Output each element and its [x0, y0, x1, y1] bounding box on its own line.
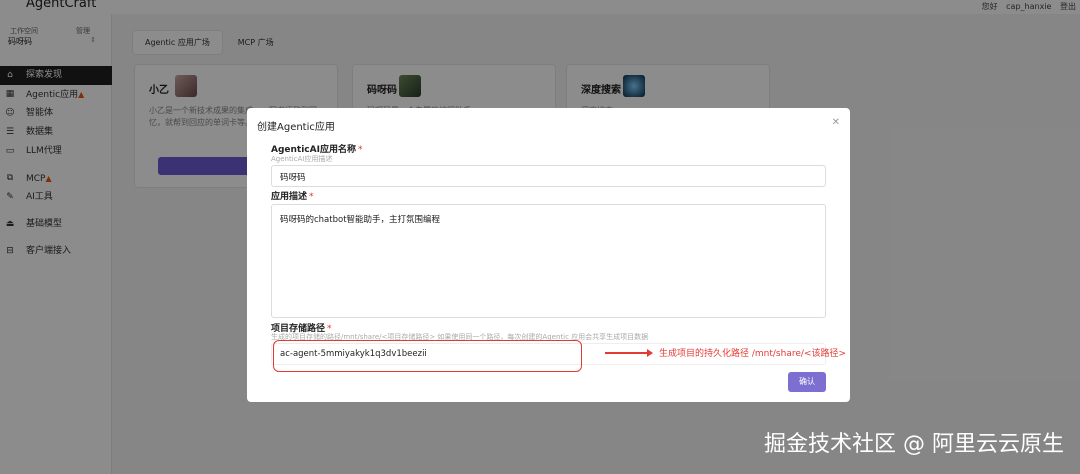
annotation-arrow-icon	[605, 349, 653, 357]
annotation-highlight-box	[273, 340, 582, 372]
name-hint: AgenticAI应用描述	[271, 155, 333, 163]
description-label: 应用描述 *	[271, 192, 314, 202]
close-icon[interactable]: ✕	[832, 117, 840, 128]
confirm-button[interactable]: 确认	[788, 372, 826, 392]
annotation-text: 生成项目的持久化路径 /mnt/share/<该路径>	[659, 349, 846, 359]
watermark: 掘金技术社区 @ 阿里云云原生	[764, 432, 1064, 457]
dialog-title: 创建Agentic应用	[257, 122, 335, 133]
app-name-input[interactable]: 码呀码	[271, 165, 826, 187]
app-description-textarea[interactable]: 码呀码的chatbot智能助手，主打氛围编程	[271, 204, 826, 318]
